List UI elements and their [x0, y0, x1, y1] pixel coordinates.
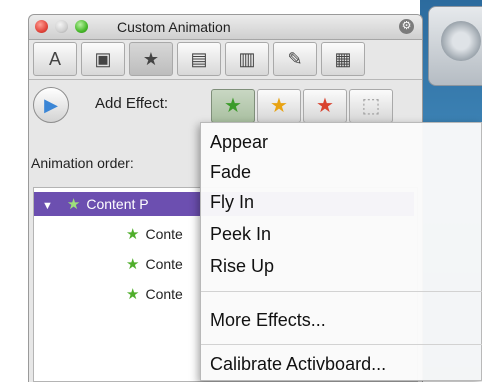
close-button[interactable]: [35, 20, 48, 33]
menu-item-fly-in[interactable]: Fly In: [210, 191, 254, 213]
list-item[interactable]: ★ Conte: [126, 252, 183, 276]
add-effect-row: ▶ Add Effect: ★ ★ ★ ⬚: [29, 81, 422, 127]
star-icon: ★: [126, 286, 140, 303]
emphasis-effect-icon[interactable]: ★: [257, 89, 301, 123]
star-icon: ★: [126, 226, 140, 243]
star-icon: ★: [126, 256, 140, 273]
star-icon: ★: [66, 196, 81, 213]
menu-item-calibrate-activboard[interactable]: Calibrate Activboard...: [210, 353, 386, 375]
effect-dropdown-menu: Appear Fade Fly In Peek In Rise Up More …: [200, 122, 482, 381]
custom-animation-icon[interactable]: ★: [129, 42, 173, 76]
menu-separator: [201, 344, 482, 345]
slide-layout-icon[interactable]: ▤: [177, 42, 221, 76]
reference-icon[interactable]: ▦: [321, 42, 365, 76]
menu-item-appear[interactable]: Appear: [210, 131, 268, 153]
gear-icon[interactable]: ⚙: [399, 19, 414, 34]
minimize-button[interactable]: [55, 20, 68, 33]
zoom-button[interactable]: [75, 20, 88, 33]
menu-item-peek-in[interactable]: Peek In: [210, 223, 271, 245]
menu-separator: [201, 291, 482, 292]
library-icon[interactable]: ▥: [225, 42, 269, 76]
menu-item-rise-up[interactable]: Rise Up: [210, 255, 274, 277]
palette-toolbar: A ▣ ★ ▤ ▥ ✎ ▦: [29, 40, 422, 80]
animation-order-label: Animation order:: [31, 155, 134, 171]
hard-disk-icon[interactable]: [428, 6, 482, 86]
exit-effect-icon[interactable]: ★: [303, 89, 347, 123]
list-item-label: Conte: [145, 286, 183, 302]
list-item-label: Conte: [145, 226, 183, 242]
list-item-label: Content P: [86, 196, 149, 212]
list-item-label: Conte: [145, 256, 183, 272]
disclosure-triangle-icon[interactable]: ▼: [42, 200, 53, 212]
list-item[interactable]: ★ Conte: [126, 222, 183, 246]
list-item[interactable]: ★ Conte: [126, 282, 183, 306]
title-bar[interactable]: Custom Animation ⚙: [29, 15, 422, 40]
window-title: Custom Animation: [117, 19, 231, 35]
format-text-icon[interactable]: A: [33, 42, 77, 76]
tools-icon[interactable]: ✎: [273, 42, 317, 76]
menu-item-fade[interactable]: Fade: [210, 161, 251, 183]
add-effect-label: Add Effect:: [95, 95, 169, 112]
play-icon[interactable]: ▶: [33, 87, 69, 123]
insert-media-icon[interactable]: ▣: [81, 42, 125, 76]
motion-path-icon[interactable]: ⬚: [349, 89, 393, 123]
entrance-effect-icon[interactable]: ★: [211, 89, 255, 123]
menu-item-more-effects[interactable]: More Effects...: [210, 309, 326, 331]
